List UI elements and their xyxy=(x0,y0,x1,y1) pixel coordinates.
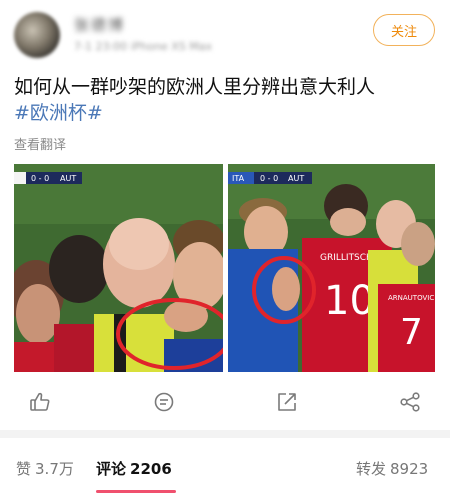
jersey-number: 7 xyxy=(400,312,423,353)
jersey-number: 10 xyxy=(324,278,375,324)
jersey-name: GRILLITSCH xyxy=(320,253,373,263)
thumbs-up-icon[interactable] xyxy=(28,390,52,414)
hashtag-link[interactable]: #欧洲杯# xyxy=(14,102,103,124)
scoreboard-score: 0 - 0 xyxy=(260,174,278,183)
post-meta: 7-1 23:00 iPhone XS Max xyxy=(74,40,212,53)
tab-reposts[interactable]: 转发 8923 xyxy=(356,458,428,479)
translate-link[interactable]: 查看翻译 xyxy=(14,134,66,153)
post-title: 如何从一群吵架的欧洲人里分辨出意大利人 xyxy=(14,76,376,98)
scoreboard-team: AUT xyxy=(60,174,76,183)
active-tab-indicator xyxy=(96,490,176,493)
forward-icon[interactable] xyxy=(398,390,422,414)
post-text: 如何从一群吵架的欧洲人里分辨出意大利人 #欧洲杯# xyxy=(14,74,438,126)
tab-reposts-label: 转发 xyxy=(356,460,387,478)
post-time: 7-1 23:00 xyxy=(74,40,128,53)
username[interactable]: 张德博 xyxy=(74,14,125,35)
post-action-bar xyxy=(0,382,450,422)
jersey-name: ARNAUTOVIC xyxy=(388,294,434,302)
tab-likes-count: 3.7万 xyxy=(35,460,74,478)
post-image-left[interactable]: 0 - 0 AUT xyxy=(14,164,223,372)
share-icon[interactable] xyxy=(275,390,299,414)
section-divider xyxy=(0,430,450,438)
tab-comments-count: 2206 xyxy=(130,460,172,478)
post-image-right[interactable]: ITA 0 - 0 AUT GRILLITSCH 10 ARNAUTOVIC 7 xyxy=(228,164,435,372)
scoreboard-score: 0 - 0 xyxy=(31,174,49,183)
tab-likes[interactable]: 赞 3.7万 xyxy=(16,458,74,479)
avatar[interactable] xyxy=(14,12,60,58)
post-header: 张德博 7-1 23:00 iPhone XS Max 关注 xyxy=(0,0,450,64)
tab-comments[interactable]: 评论 2206 xyxy=(96,458,172,479)
follow-button[interactable]: 关注 xyxy=(373,14,435,46)
post-device: iPhone XS Max xyxy=(130,40,213,53)
tab-comments-label: 评论 xyxy=(96,460,127,478)
tab-likes-label: 赞 xyxy=(16,460,32,478)
scoreboard-team-aut: AUT xyxy=(288,174,304,183)
tab-reposts-count: 8923 xyxy=(390,460,429,478)
scoreboard-team-ita: ITA xyxy=(232,174,245,183)
comment-icon[interactable] xyxy=(152,390,176,414)
interaction-tabs: 赞 3.7万 评论 2206 转发 8923 xyxy=(0,438,450,501)
